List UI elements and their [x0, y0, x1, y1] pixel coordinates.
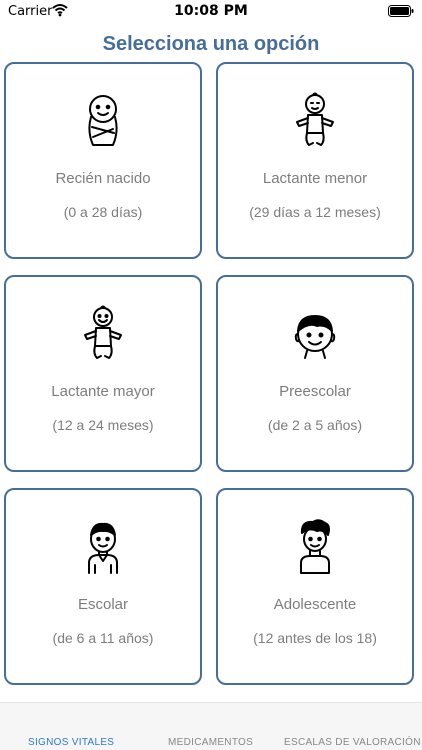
tab-bar: SIGNOS VITALES MEDICAMENTOS ESCALAS DE V… — [0, 702, 422, 750]
option-label: Lactante mayor — [51, 383, 155, 400]
option-range: (0 a 28 días) — [63, 204, 143, 220]
option-range: (12 antes de los 18) — [253, 630, 377, 646]
infant-icon — [218, 90, 412, 152]
option-range: (de 2 a 5 años) — [267, 417, 363, 433]
option-adolescente[interactable]: Adolescente (12 antes de los 18) — [216, 488, 414, 685]
option-label: Preescolar — [279, 383, 351, 400]
status-time: 10:08 PM — [174, 3, 248, 19]
option-label: Lactante menor — [262, 170, 368, 187]
tab-signos-vitales[interactable]: SIGNOS VITALES — [28, 737, 114, 748]
option-label: Recién nacido — [55, 170, 151, 187]
older-infant-icon — [6, 303, 200, 365]
preschooler-icon — [218, 303, 412, 365]
option-label: Adolescente — [273, 596, 357, 613]
option-label: Escolar — [77, 596, 129, 613]
battery-icon — [388, 5, 414, 17]
page-title: Selecciona una opción — [102, 33, 320, 55]
tab-escalas-de-valoracion[interactable]: ESCALAS DE VALORACIÓN — [284, 737, 421, 748]
option-range: (12 a 24 meses) — [52, 417, 154, 433]
option-escolar[interactable]: Escolar (de 6 a 11 años) — [4, 488, 202, 685]
tab-medicamentos[interactable]: MEDICAMENTOS — [168, 737, 253, 748]
status-bar: Carrier 10:08 PM — [0, 0, 422, 24]
option-lactante-menor[interactable]: Lactante menor (29 días a 12 meses) — [216, 62, 414, 259]
swaddled-baby-icon — [6, 90, 200, 152]
option-range: (29 días a 12 meses) — [249, 204, 381, 220]
option-recien-nacido[interactable]: Recién nacido (0 a 28 días) — [4, 62, 202, 259]
option-lactante-mayor[interactable]: Lactante mayor (12 a 24 meses) — [4, 275, 202, 472]
option-preescolar[interactable]: Preescolar (de 2 a 5 años) — [216, 275, 414, 472]
schoolchild-icon — [6, 516, 200, 578]
option-range: (de 6 a 11 años) — [52, 630, 154, 646]
adolescent-icon — [218, 516, 412, 578]
